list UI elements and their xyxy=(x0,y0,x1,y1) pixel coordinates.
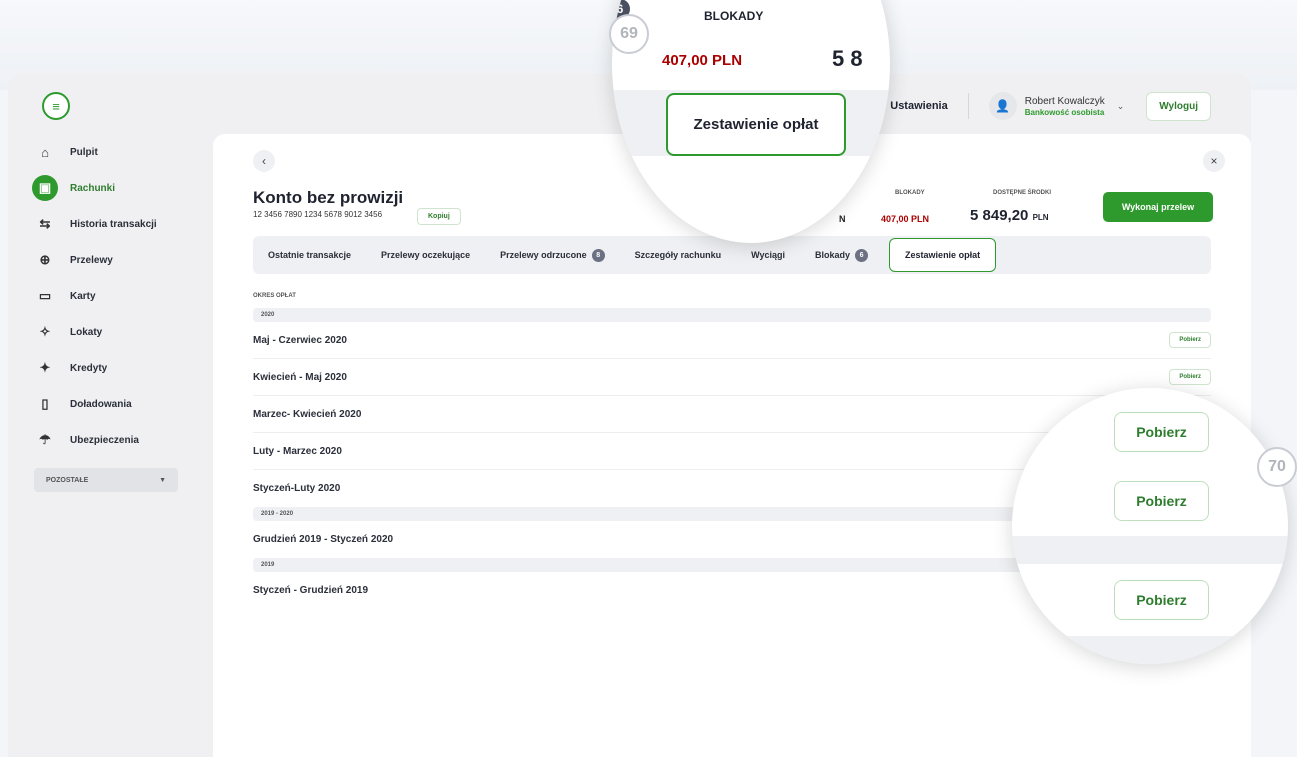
sidebar-item-przelewy[interactable]: ⊕ Przelewy xyxy=(34,242,194,278)
sidebar: ⌂ Pulpit ▣ Rachunki ⇆ Historia transakcji ⊕… xyxy=(32,134,194,492)
loan-icon: ✦ xyxy=(39,360,51,375)
chevron-down-icon[interactable]: ⌄ xyxy=(1117,101,1125,112)
zoom-blocked-label: BLOKADY xyxy=(704,9,764,23)
top-bar: ⚙ Ustawienia 👤 Robert Kowalczyk Bankowoś… xyxy=(874,88,1211,124)
callout-number: 70 xyxy=(1257,447,1297,487)
back-icon[interactable]: ‹ xyxy=(253,150,275,172)
copy-button[interactable]: Kopiuj xyxy=(417,208,461,225)
zoom-download-button[interactable]: Pobierz xyxy=(1114,481,1209,521)
sidebar-item-pulpit[interactable]: ⌂ Pulpit xyxy=(34,134,194,170)
settings-label: Ustawienia xyxy=(890,100,948,112)
blocked-label: BLOKADY xyxy=(895,190,925,196)
download-button[interactable]: Pobierz xyxy=(1169,369,1211,385)
blocked-value: 407,00 PLN xyxy=(881,214,930,224)
sidebar-item-kredyty[interactable]: ✦ Kredyty xyxy=(34,350,194,386)
list-item: Maj - Czerwiec 2020 Pobierz xyxy=(253,322,1211,359)
close-icon[interactable]: × xyxy=(1203,150,1225,172)
arrows-icon: ⇆ xyxy=(39,216,51,231)
zoom-callout-download: Pobierz Pobierz Pobierz xyxy=(1012,388,1288,664)
phone-icon: ▯ xyxy=(41,396,49,411)
account-number: 12 3456 7890 1234 5678 9012 3456 xyxy=(253,210,383,219)
sidebar-item-label: Pulpit xyxy=(70,146,98,158)
sidebar-item-label: Historia transakcji xyxy=(70,218,157,230)
zoom-balance-fragment: 5 8 xyxy=(832,46,863,71)
tab-zestawienie[interactable]: Zestawienie opłat xyxy=(889,238,997,272)
zoom-year-band xyxy=(1012,636,1288,664)
sidebar-item-label: Kredyty xyxy=(70,362,108,374)
currency: PLN xyxy=(1032,213,1049,222)
sidebar-item-historia[interactable]: ⇆ Historia transakcji xyxy=(34,206,194,242)
tab-odrzucone[interactable]: Przelewy odrzucone 8 xyxy=(485,236,620,274)
logout-button[interactable]: Wyloguj xyxy=(1146,91,1211,121)
transfer-button[interactable]: Wykonaj przelew xyxy=(1103,192,1213,222)
callout-number: 69 xyxy=(609,14,649,54)
available-value: 5 849,20 PLN xyxy=(970,207,1049,224)
sidebar-item-label: Przelewy xyxy=(70,254,113,266)
year-header: 2020 xyxy=(253,308,1211,322)
sidebar-item-karty[interactable]: ▭ Karty xyxy=(34,278,194,314)
sidebar-item-lokaty[interactable]: ✧ Lokaty xyxy=(34,314,194,350)
zoom-tab-zestawienie[interactable]: Zestawienie opłat xyxy=(666,93,846,156)
list-item: Kwiecień - Maj 2020 Pobierz xyxy=(253,359,1211,396)
sidebar-item-ubezpieczenia[interactable]: ☂ Ubezpieczenia xyxy=(34,422,194,458)
other-dropdown[interactable]: POZOSTAŁE ▼ xyxy=(34,468,178,492)
period-label: OKRES OPŁAT xyxy=(253,293,296,299)
balance-fragment: N xyxy=(839,214,846,224)
count-badge: 6 xyxy=(855,248,869,262)
user-role: Bankowość osobista xyxy=(1024,107,1105,117)
tab-ostatnie[interactable]: Ostatnie transakcje xyxy=(253,236,366,274)
sidebar-item-rachunki[interactable]: ▣ Rachunki xyxy=(32,170,194,206)
zoom-blocked-value: 407,00 PLN xyxy=(662,52,743,69)
umbrella-icon: ☂ xyxy=(39,432,51,447)
user-icon: 👤 xyxy=(988,92,1017,120)
page-title: Konto bez prowizji xyxy=(253,188,404,207)
available-label: DOSTĘPNE ŚRODKI xyxy=(993,190,1052,196)
sidebar-item-label: Rachunki xyxy=(70,182,116,194)
other-label: POZOSTAŁE xyxy=(46,476,89,484)
sidebar-item-label: Lokaty xyxy=(70,326,103,338)
tab-szczegoly[interactable]: Szczegóły rachunku xyxy=(620,236,737,274)
sidebar-item-label: Karty xyxy=(70,290,96,302)
deposit-icon: ✧ xyxy=(39,324,51,339)
card-icon: ▭ xyxy=(38,288,52,303)
wallet-icon: ▣ xyxy=(32,175,58,201)
tab-blokady[interactable]: Blokady 6 xyxy=(800,236,883,274)
sidebar-item-label: Doładowania xyxy=(70,398,132,410)
zoom-year-band xyxy=(1012,536,1288,564)
home-icon: ⌂ xyxy=(41,144,49,160)
zoom-download-button[interactable]: Pobierz xyxy=(1114,412,1209,452)
tab-bar: Ostatnie transakcje Przelewy oczekujące … xyxy=(253,236,1211,274)
transfer-icon: ⊕ xyxy=(39,252,51,267)
caret-down-icon: ▼ xyxy=(159,476,166,484)
count-badge: 8 xyxy=(591,248,605,262)
tab-oczekujace[interactable]: Przelewy oczekujące xyxy=(366,236,485,274)
user-menu[interactable]: 👤 Robert Kowalczyk Bankowość osobista ⌄ xyxy=(988,92,1125,120)
user-name: Robert Kowalczyk xyxy=(1024,95,1105,107)
download-button[interactable]: Pobierz xyxy=(1169,332,1211,348)
divider xyxy=(967,93,969,119)
zoom-download-button[interactable]: Pobierz xyxy=(1114,580,1209,620)
sidebar-item-doladowania[interactable]: ▯ Doładowania xyxy=(34,386,194,422)
sidebar-item-label: Ubezpieczenia xyxy=(70,434,139,446)
menu-icon[interactable]: ≡ xyxy=(42,92,70,120)
